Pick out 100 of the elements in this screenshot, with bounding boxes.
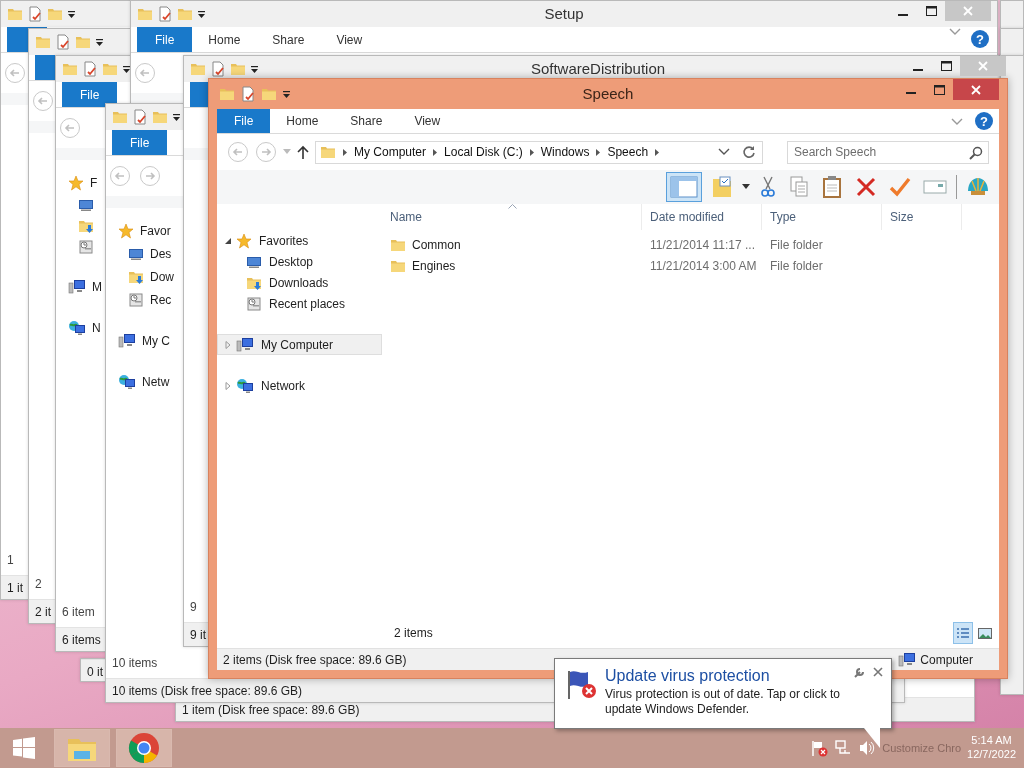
- nav-item-label[interactable]: Dow: [150, 268, 174, 286]
- volume-icon[interactable]: [858, 739, 877, 757]
- breadcrumb-link[interactable]: Speech: [607, 143, 649, 161]
- nav-tree-item[interactable]: Network: [217, 375, 382, 396]
- notification-toast[interactable]: Update virus protection Virus protection is out of date. Tap or click to update Windows Defender.: [554, 658, 892, 729]
- window-title: Speech: [582, 84, 634, 102]
- help-button[interactable]: ?: [971, 30, 989, 48]
- status-zone: Computer: [920, 651, 973, 669]
- star-icon: [118, 223, 134, 239]
- document-check-icon: [157, 6, 173, 22]
- breadcrumb-link[interactable]: Windows: [540, 143, 590, 161]
- chevron-right-icon[interactable]: [595, 147, 602, 157]
- folder-icon: [62, 61, 78, 77]
- ribbon-tab[interactable]: Home: [270, 109, 335, 133]
- flag-error-icon[interactable]: [810, 739, 829, 757]
- nav-item-label[interactable]: Favor: [140, 222, 171, 240]
- download-folder-icon: [128, 269, 144, 285]
- window-title: SoftwareDistribution: [530, 59, 666, 77]
- status-text: 0 it: [87, 663, 103, 681]
- refresh-icon[interactable]: [742, 145, 756, 159]
- tooltip-text: Customize Chro: [882, 740, 962, 756]
- chevron-right-icon[interactable]: [342, 147, 348, 157]
- notification-title: Update virus protection: [605, 667, 771, 685]
- up-arrow-icon[interactable]: [297, 145, 309, 159]
- column-header[interactable]: Name: [382, 204, 642, 230]
- chevron-right-icon[interactable]: [432, 147, 439, 157]
- address-bar[interactable]: My Computer Local Disk (C:) Windows Speech: [315, 140, 763, 164]
- close-icon[interactable]: [873, 667, 883, 677]
- ribbon-tab[interactable]: View: [320, 27, 379, 52]
- expanded-arrow-icon[interactable]: [224, 236, 232, 245]
- check-icon: [889, 175, 911, 199]
- windows-logo-icon: [13, 737, 35, 759]
- dropdown-icon[interactable]: [250, 64, 259, 74]
- collapsed-arrow-icon[interactable]: [224, 381, 232, 390]
- maximize-icon: [925, 6, 937, 16]
- dropdown-icon[interactable]: [172, 112, 181, 122]
- chevron-right-icon[interactable]: [528, 147, 535, 157]
- close-icon: [978, 61, 988, 71]
- browser-taskbar-button[interactable]: [116, 729, 172, 767]
- nav-item-label[interactable]: N: [92, 319, 101, 337]
- ribbon-tab[interactable]: Share: [334, 109, 399, 133]
- dropdown-icon[interactable]: [282, 89, 291, 99]
- ribbon-tab[interactable]: File: [217, 109, 271, 133]
- ribbon-tab[interactable]: File: [62, 82, 118, 107]
- ribbon-tab[interactable]: View: [398, 109, 457, 133]
- ribbon-tab[interactable]: File: [112, 130, 168, 155]
- nav-item-label[interactable]: F: [90, 174, 98, 192]
- nav-tree-item[interactable]: Favorites: [217, 230, 382, 251]
- monitor-icon: [128, 246, 144, 262]
- nav-tree-item[interactable]: Downloads: [217, 272, 382, 293]
- wrench-icon[interactable]: [853, 667, 865, 679]
- ribbon-tab[interactable]: File: [137, 27, 193, 52]
- nav-item-label[interactable]: M: [92, 278, 102, 296]
- nav-item-label[interactable]: My C: [142, 332, 170, 350]
- download-folder-icon: [78, 218, 94, 234]
- network-icon[interactable]: [834, 739, 853, 757]
- dropdown-icon[interactable]: [122, 64, 131, 74]
- file-row-name[interactable]: Common: [382, 235, 642, 254]
- file-row-name[interactable]: Engines: [382, 256, 642, 275]
- table-cell-text: File folder: [769, 236, 824, 254]
- search-field[interactable]: Search Speech: [787, 140, 989, 164]
- breadcrumb-link[interactable]: My Computer: [354, 143, 427, 161]
- collapsed-arrow-icon[interactable]: [224, 340, 232, 349]
- ribbon-tab[interactable]: Home: [192, 27, 257, 52]
- document-check-icon: [240, 86, 256, 102]
- copy-icon: [789, 175, 809, 199]
- nav-item-label[interactable]: Des: [150, 245, 172, 263]
- nav-item-label[interactable]: Rec: [150, 291, 172, 309]
- dropdown-icon[interactable]: [95, 37, 104, 47]
- close-icon: [971, 84, 981, 95]
- dropdown-icon[interactable]: [197, 9, 206, 19]
- browser-icon: [128, 732, 160, 764]
- column-header[interactable]: Date modified: [642, 204, 762, 230]
- folder-icon: [102, 61, 118, 77]
- dropdown-icon[interactable]: [742, 184, 750, 190]
- folder-icon: [177, 6, 193, 22]
- close-button[interactable]: [953, 79, 999, 100]
- network-icon: [118, 374, 136, 390]
- search-icon[interactable]: [969, 145, 983, 160]
- computer-icon: [68, 279, 86, 295]
- chevron-icon[interactable]: [718, 147, 730, 157]
- column-header[interactable]: Type: [762, 204, 882, 230]
- nav-tree-item[interactable]: Desktop: [217, 251, 382, 272]
- nav-tree-item[interactable]: My Computer: [217, 334, 382, 355]
- details-view-button[interactable]: [953, 622, 973, 644]
- dropdown-icon[interactable]: [67, 9, 76, 19]
- table-cell-text: 11/21/2014 3:00 AM: [649, 257, 758, 275]
- breadcrumb-link[interactable]: Local Disk (C:): [444, 143, 523, 161]
- item-count: 9: [190, 599, 197, 616]
- nav-item-label[interactable]: Netw: [142, 373, 170, 391]
- folder-icon: [75, 34, 91, 50]
- column-header[interactable]: Size: [882, 204, 962, 230]
- preview-pane-button[interactable]: [666, 172, 702, 202]
- item-count: 6 item: [62, 604, 95, 621]
- chevron-right-icon[interactable]: [654, 147, 661, 157]
- folder-icon: [261, 86, 277, 102]
- nav-tree-item[interactable]: Recent places: [217, 293, 382, 314]
- help-button[interactable]: ?: [975, 112, 993, 130]
- status-text: 9 it: [190, 626, 206, 644]
- ribbon-tab[interactable]: Share: [256, 27, 321, 52]
